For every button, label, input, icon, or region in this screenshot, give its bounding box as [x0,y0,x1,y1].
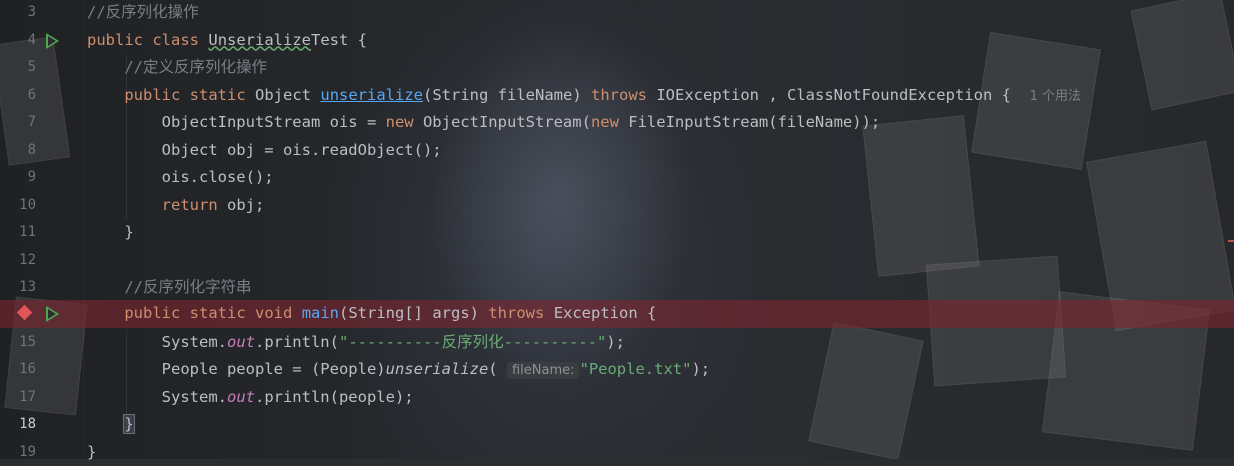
code-text[interactable]: System.out.println("----------反序列化------… [87,329,625,357]
parameter-hint: fileName: [507,362,580,379]
run-icon[interactable] [46,33,59,49]
code-text[interactable]: //反序列化字符串 [87,274,252,302]
code-line-current[interactable]: 18 } [0,411,1234,439]
code-line[interactable]: 3 //反序列化操作 [0,0,1234,27]
line-number: 5 [0,54,36,82]
code-line[interactable]: 8 Object obj = ois.readObject(); [0,137,1234,165]
code-text[interactable]: ObjectInputStream ois = new ObjectInputS… [87,109,880,137]
code-line-breakpoint[interactable]: 14 public static void main(String[] args… [0,300,1234,328]
line-number: 18 [0,411,36,439]
run-icon[interactable] [46,306,59,322]
code-text[interactable]: System.out.println(people); [87,384,414,412]
line-number: 12 [0,247,36,275]
code-text[interactable]: //反序列化操作 [87,0,199,27]
code-line[interactable]: 17 System.out.println(people); [0,384,1234,412]
code-text[interactable]: Object obj = ois.readObject(); [87,137,442,165]
code-text[interactable]: public class UnserializeTest { [87,27,367,55]
breakpoint-icon[interactable] [17,305,33,321]
code-text[interactable]: } [87,411,134,439]
code-line[interactable]: 19 } [0,439,1234,466]
line-number: 6 [0,82,36,110]
code-text[interactable]: return obj; [87,192,264,220]
usages-hint[interactable]: 1 个用法 [1030,89,1081,104]
code-line[interactable]: 10 return obj; [0,192,1234,220]
code-line[interactable]: 7 ObjectInputStream ois = new ObjectInpu… [0,109,1234,137]
code-text[interactable]: ois.close(); [87,164,274,192]
code-line[interactable]: 4 public class UnserializeTest { [0,27,1234,55]
code-line[interactable]: 9 ois.close(); [0,164,1234,192]
code-text[interactable]: People people = (People)unserialize( fil… [87,356,710,385]
code-line[interactable]: 12 [0,247,1234,275]
line-number: 15 [0,329,36,357]
line-number: 10 [0,192,36,220]
code-text[interactable]: } [87,219,134,247]
code-line[interactable]: 11 } [0,219,1234,247]
line-number: 11 [0,219,36,247]
line-number: 13 [0,274,36,302]
code-line[interactable]: 15 System.out.println("----------反序列化---… [0,329,1234,357]
line-number: 9 [0,164,36,192]
line-number: 3 [0,0,36,27]
matched-brace: } [124,415,133,433]
line-number: 8 [0,137,36,165]
code-line[interactable]: 5 //定义反序列化操作 [0,54,1234,82]
line-number: 4 [0,27,36,55]
code-text[interactable]: //定义反序列化操作 [87,54,267,82]
code-line[interactable]: 16 People people = (People)unserialize( … [0,356,1234,384]
line-number: 7 [0,109,36,137]
code-line[interactable]: 6 public static Object unserialize(Strin… [0,82,1234,110]
line-number: 16 [0,356,36,384]
line-number: 17 [0,384,36,412]
code-line[interactable]: 13 //反序列化字符串 [0,274,1234,302]
code-text[interactable]: } [87,439,96,466]
code-text[interactable]: public static void main(String[] args) t… [87,300,656,328]
line-number: 19 [0,439,36,466]
code-text[interactable]: public static Object unserialize(String … [87,82,1081,111]
